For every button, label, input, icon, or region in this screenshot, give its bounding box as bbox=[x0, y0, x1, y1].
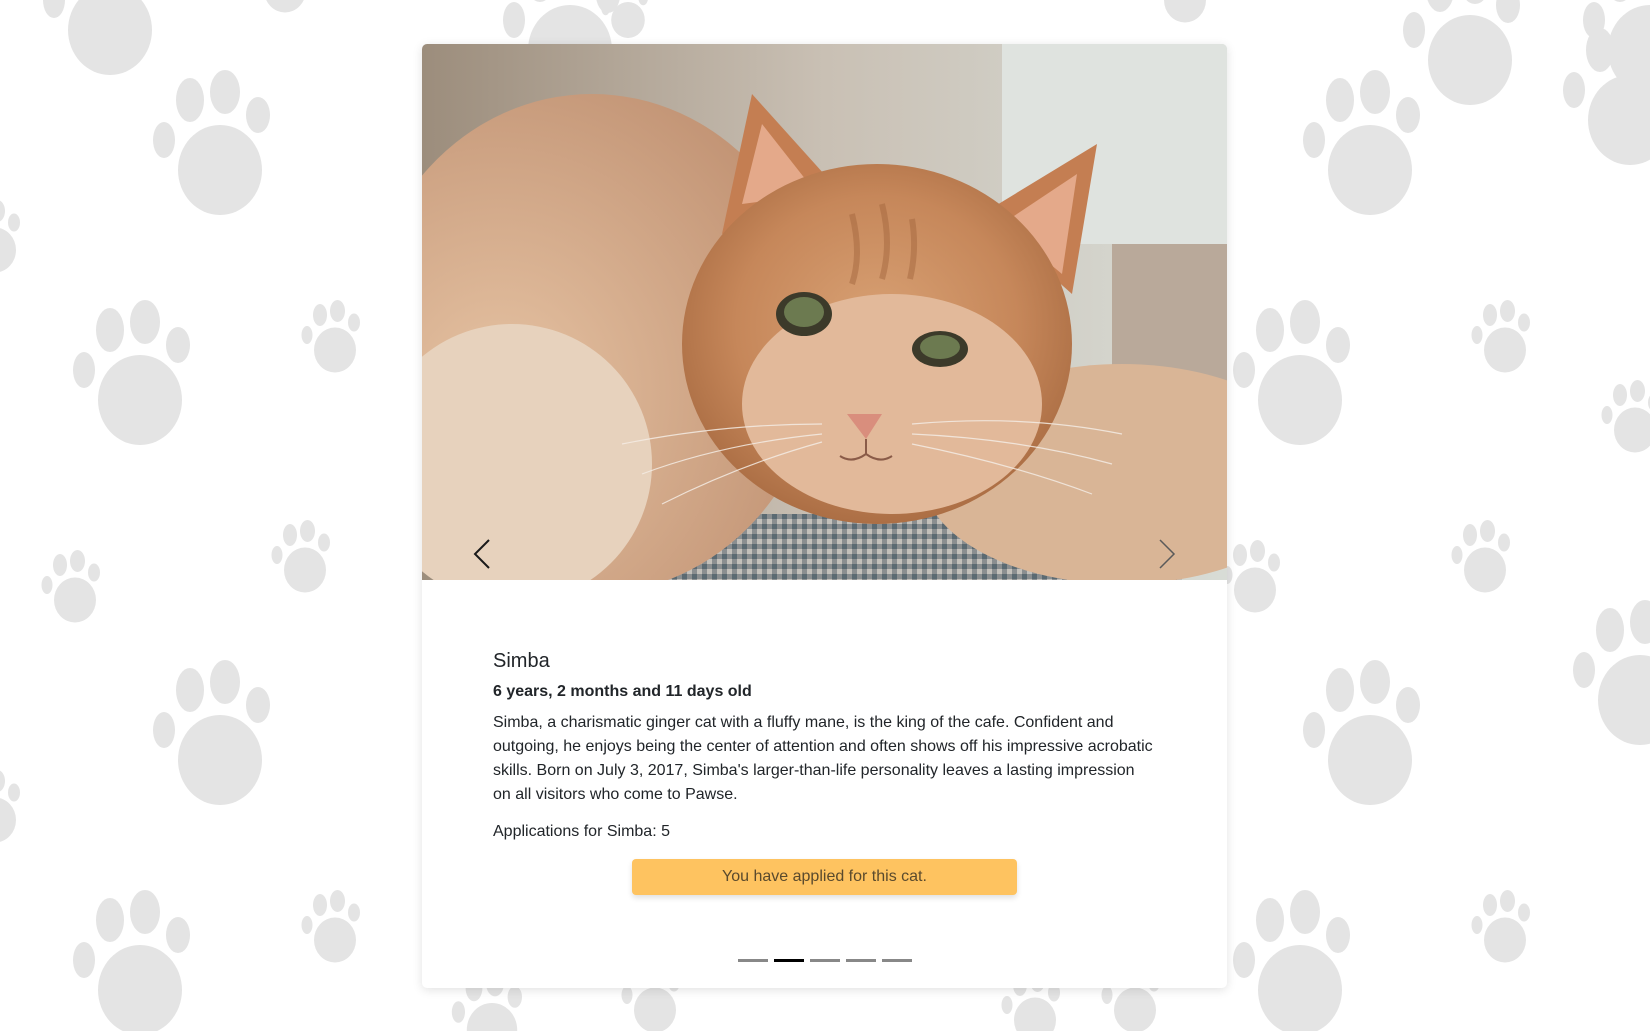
paw-print-icon bbox=[1450, 520, 1515, 595]
paw-print-icon bbox=[40, 550, 105, 625]
cat-card: Simba 6 years, 2 months and 11 days old … bbox=[422, 44, 1227, 988]
paw-print-icon bbox=[300, 300, 365, 375]
paw-print-icon bbox=[1220, 540, 1285, 615]
cat-age: 6 years, 2 months and 11 days old bbox=[493, 683, 752, 700]
cat-photo-carousel bbox=[422, 44, 1227, 580]
paw-print-icon bbox=[1570, 600, 1650, 750]
carousel-indicator[interactable] bbox=[773, 959, 804, 962]
paw-print-icon bbox=[40, 0, 170, 80]
paw-print-icon bbox=[1300, 70, 1430, 220]
paw-print-icon bbox=[1470, 300, 1535, 375]
carousel-indicators bbox=[422, 959, 1227, 962]
cat-details: Simba 6 years, 2 months and 11 days old … bbox=[422, 580, 1227, 895]
paw-print-icon bbox=[0, 200, 25, 275]
carousel-indicator[interactable] bbox=[881, 959, 912, 962]
paw-print-icon bbox=[1300, 660, 1430, 810]
paw-print-icon bbox=[250, 0, 315, 15]
carousel-prev-button[interactable] bbox=[462, 524, 502, 580]
carousel-next-button[interactable] bbox=[1147, 524, 1187, 580]
paw-print-icon bbox=[1600, 380, 1650, 455]
cat-description: Simba, a charismatic ginger cat with a f… bbox=[493, 714, 1153, 803]
carousel-indicator[interactable] bbox=[737, 959, 768, 962]
paw-print-icon bbox=[150, 660, 280, 810]
paw-print-icon bbox=[1230, 890, 1360, 1031]
paw-print-icon bbox=[0, 770, 25, 845]
paw-print-icon bbox=[70, 890, 200, 1031]
cat-name: Simba bbox=[493, 650, 550, 672]
paw-print-icon bbox=[300, 890, 365, 965]
paw-print-icon bbox=[1470, 890, 1535, 965]
paw-print-icon bbox=[1150, 0, 1215, 25]
paw-print-icon bbox=[70, 300, 200, 450]
carousel-indicator[interactable] bbox=[845, 959, 876, 962]
paw-print-icon bbox=[270, 520, 335, 595]
paw-print-icon bbox=[150, 70, 280, 220]
applied-status-button[interactable]: You have applied for this cat. bbox=[632, 859, 1017, 895]
paw-print-icon bbox=[1560, 20, 1650, 170]
applications-count: Applications for Simba: 5 bbox=[493, 823, 670, 840]
paw-print-icon bbox=[600, 0, 652, 40]
cat-photo bbox=[422, 44, 1227, 580]
chevron-left-icon bbox=[473, 539, 490, 569]
chevron-right-icon bbox=[1159, 539, 1176, 569]
carousel-indicator[interactable] bbox=[809, 959, 840, 962]
paw-print-icon bbox=[1230, 300, 1360, 450]
